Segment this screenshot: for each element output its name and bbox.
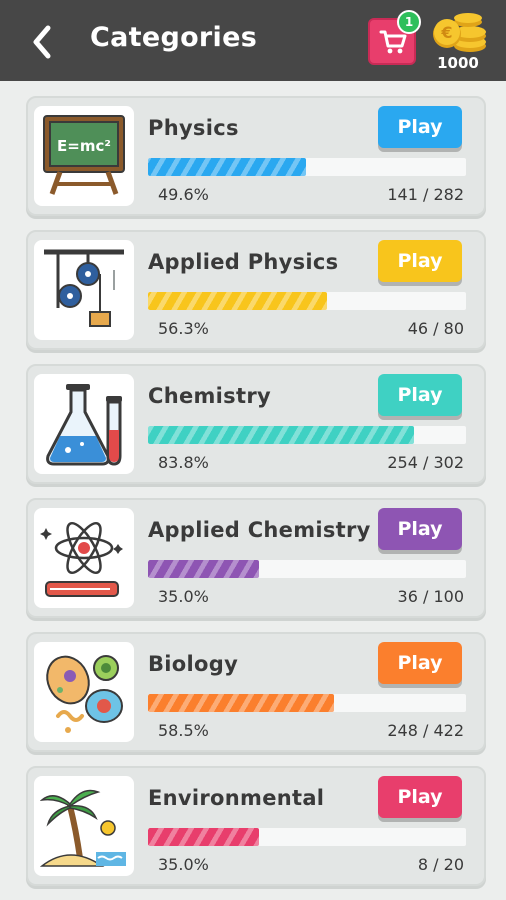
progress-fill [148, 158, 306, 176]
progress-track [148, 426, 466, 444]
progress-count: 141 / 282 [387, 185, 464, 204]
play-button[interactable]: Play [378, 508, 462, 550]
category-thumbnail [34, 508, 134, 608]
play-button[interactable]: Play [378, 106, 462, 148]
progress-count: 254 / 302 [387, 453, 464, 472]
progress-track [148, 158, 466, 176]
progress-percent: 58.5% [158, 721, 209, 740]
category-name: Physics [148, 116, 239, 140]
category-name: Applied Physics [148, 250, 339, 274]
progress-percent: 83.8% [158, 453, 209, 472]
category-thumbnail: E=mc² [34, 106, 134, 206]
chemistry-flask-icon [46, 384, 122, 466]
svg-text:€: € [440, 23, 452, 42]
palm-island-icon [40, 789, 126, 867]
progress-fill [148, 560, 260, 578]
progress-count: 46 / 80 [407, 319, 464, 338]
category-thumbnail [34, 642, 134, 742]
category-thumbnail [34, 374, 134, 474]
progress-fill [148, 426, 415, 444]
category-thumbnail [34, 776, 134, 876]
progress-percent: 35.0% [158, 587, 209, 606]
top-bar: Categories 1 € 1000 [0, 0, 506, 81]
play-button[interactable]: Play [378, 374, 462, 416]
back-button[interactable] [26, 20, 62, 64]
category-card-environmental[interactable]: Environmental Play 35.0% 8 / 20 [26, 766, 486, 886]
coin-count: 1000 [437, 54, 479, 72]
progress-count: 8 / 20 [417, 855, 464, 874]
cart-badge: 1 [397, 10, 421, 34]
progress-track [148, 560, 466, 578]
coin-stack-icon: € [433, 13, 486, 52]
svg-text:E=mc²: E=mc² [57, 137, 111, 155]
page-title: Categories [90, 22, 258, 53]
progress-percent: 56.3% [158, 319, 209, 338]
category-name: Biology [148, 652, 239, 676]
progress-count: 248 / 422 [387, 721, 464, 740]
play-button[interactable]: Play [378, 642, 462, 684]
category-card-applied-physics[interactable]: Applied Physics Play 56.3% 46 / 80 [26, 230, 486, 350]
progress-percent: 35.0% [158, 855, 209, 874]
shopping-cart-icon [379, 30, 407, 54]
progress-track [148, 828, 466, 846]
category-card-chemistry[interactable]: Chemistry Play 83.8% 254 / 302 [26, 364, 486, 484]
category-thumbnail [34, 240, 134, 340]
blackboard-formula-icon: E=mc² [43, 115, 125, 195]
play-button[interactable]: Play [378, 240, 462, 282]
category-name: Applied Chemistry [148, 518, 371, 542]
category-card-applied-chemistry[interactable]: Applied Chemistry Play 35.0% 36 / 100 [26, 498, 486, 618]
atom-book-icon [40, 521, 123, 597]
pulley-icon [44, 249, 124, 327]
cells-icon [46, 655, 123, 733]
play-button[interactable]: Play [378, 776, 462, 818]
progress-fill [148, 694, 335, 712]
category-name: Chemistry [148, 384, 271, 408]
progress-count: 36 / 100 [397, 587, 464, 606]
category-list: E=mc² Physics Play 49.6% 141 / 282 Appli… [26, 96, 486, 900]
progress-track [148, 292, 466, 310]
category-name: Environmental [148, 786, 325, 810]
progress-fill [148, 828, 260, 846]
progress-fill [148, 292, 328, 310]
arrow-left-icon [33, 25, 51, 59]
progress-track [148, 694, 466, 712]
category-card-biology[interactable]: Biology Play 58.5% 248 / 422 [26, 632, 486, 752]
progress-percent: 49.6% [158, 185, 209, 204]
category-card-physics[interactable]: E=mc² Physics Play 49.6% 141 / 282 [26, 96, 486, 216]
